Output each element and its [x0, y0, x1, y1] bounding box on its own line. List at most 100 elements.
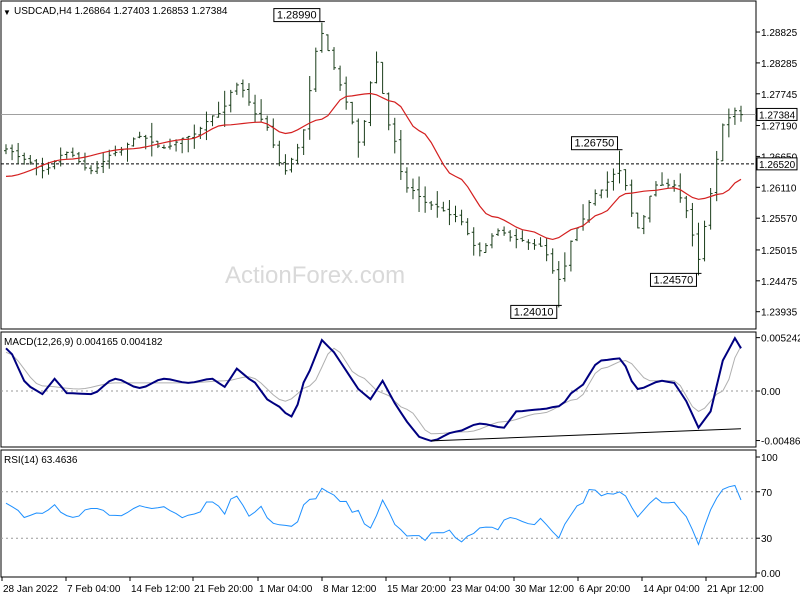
price-tick-label: 1.24475 [761, 277, 798, 288]
price-tick-label: 1.23935 [761, 308, 798, 319]
price-tick-label: 1.28825 [761, 28, 798, 39]
price-tick-label: 1.25015 [761, 246, 798, 257]
price-bar [271, 118, 276, 149]
price-bar [496, 228, 501, 236]
level-price-label: 1.26520 [759, 160, 796, 171]
price-bar [168, 138, 173, 150]
x-tick-label: 14 Apr 04:00 [643, 584, 700, 595]
price-bar [526, 239, 531, 250]
price-bar [672, 179, 677, 192]
price-bar [653, 181, 658, 197]
price-annotation: 1.24570 [649, 272, 702, 287]
macd-tick-label: 0.00 [761, 387, 781, 398]
price-bar [89, 165, 94, 175]
price-bar [253, 94, 258, 123]
price-bar [234, 82, 239, 95]
price-bar [161, 144, 166, 149]
price-bar [362, 120, 367, 146]
price-bar [228, 89, 233, 113]
price-bar [277, 140, 282, 167]
price-bar [350, 101, 355, 125]
price-bar [720, 123, 725, 162]
x-tick-label: 14 Feb 12:00 [131, 584, 190, 595]
price-bar [392, 117, 397, 154]
macd-tick-label: 0.005242 [761, 334, 800, 345]
price-tick-label: 1.26110 [761, 183, 797, 194]
macd-signal-line [5, 345, 742, 435]
price-bar [447, 200, 452, 226]
x-tick-label: 7 Feb 04:00 [67, 584, 121, 595]
price-tick-label: 1.27745 [761, 90, 798, 101]
price-bar [180, 137, 185, 154]
price-bar [16, 142, 21, 164]
price-bar [301, 129, 306, 156]
price-bar [82, 152, 87, 171]
price-bar [732, 107, 737, 125]
price-bar [678, 173, 683, 203]
price-bar [690, 202, 695, 247]
price-bar [64, 151, 69, 159]
price-annotation-label: 1.24570 [653, 274, 693, 286]
price-bar [295, 143, 300, 164]
price-bar [101, 152, 106, 174]
price-bar [119, 146, 124, 156]
rsi-tick-label: 0.00 [761, 569, 781, 580]
price-bar [599, 189, 604, 199]
rsi-tick-label: 100 [761, 453, 778, 464]
price-bar [216, 101, 221, 118]
price-bar [204, 111, 209, 141]
rsi-tick-label: 70 [761, 488, 773, 499]
price-bar [398, 129, 403, 180]
price-bar [325, 34, 330, 52]
price-bar [404, 167, 409, 193]
price-bar [538, 237, 543, 247]
price-bar [374, 51, 379, 84]
price-bar [502, 226, 507, 236]
price-bar [4, 144, 8, 155]
price-annotation: 1.24010 [510, 304, 562, 319]
x-tick-label: 23 Mar 04:00 [451, 584, 510, 595]
moving-average-line [5, 92, 742, 241]
macd-trendline [431, 428, 742, 442]
price-bar [338, 65, 343, 91]
x-tick-label: 15 Mar 20:00 [387, 584, 446, 595]
price-bar [623, 169, 628, 191]
price-bar [332, 47, 337, 70]
price-bar [562, 252, 567, 282]
price-bar [647, 195, 652, 223]
price-bar [453, 205, 458, 223]
price-bar [356, 118, 361, 158]
price-annotation-label: 1.24010 [514, 306, 554, 318]
x-tick-label: 1 Mar 04:00 [259, 584, 313, 595]
price-bar [40, 157, 45, 179]
price-bar [107, 149, 112, 169]
price-bar [605, 171, 610, 198]
price-bar [739, 105, 743, 122]
chevron-down-icon[interactable]: ▼ [3, 8, 11, 17]
price-bar [137, 131, 142, 139]
price-bar [22, 152, 27, 165]
price-bar [714, 150, 719, 202]
price-bar [702, 220, 707, 262]
watermark: ActionForex.com [225, 262, 405, 289]
price-bar [368, 81, 373, 127]
price-bar [544, 237, 549, 262]
current-price-label: 1.27384 [759, 110, 796, 121]
rsi-header: RSI(14) 63.4636 [4, 455, 78, 466]
price-bar [344, 76, 349, 110]
price-bar [726, 108, 731, 138]
price-bar [429, 200, 434, 210]
price-bar [95, 160, 100, 174]
price-header: USDCAD,H4 1.26864 1.27403 1.26853 1.2738… [14, 6, 228, 17]
price-bar [283, 154, 288, 175]
rsi-tick-label: 30 [761, 534, 773, 545]
price-bar [319, 22, 324, 53]
x-tick-label: 28 Jan 2022 [3, 584, 58, 595]
price-bar [635, 212, 640, 229]
price-tick-label: 1.25570 [761, 214, 798, 225]
price-annotation-label: 1.26750 [575, 138, 615, 150]
price-bar [641, 215, 646, 235]
price-bar [489, 233, 494, 249]
price-bar [459, 209, 464, 226]
price-bar [289, 157, 294, 173]
